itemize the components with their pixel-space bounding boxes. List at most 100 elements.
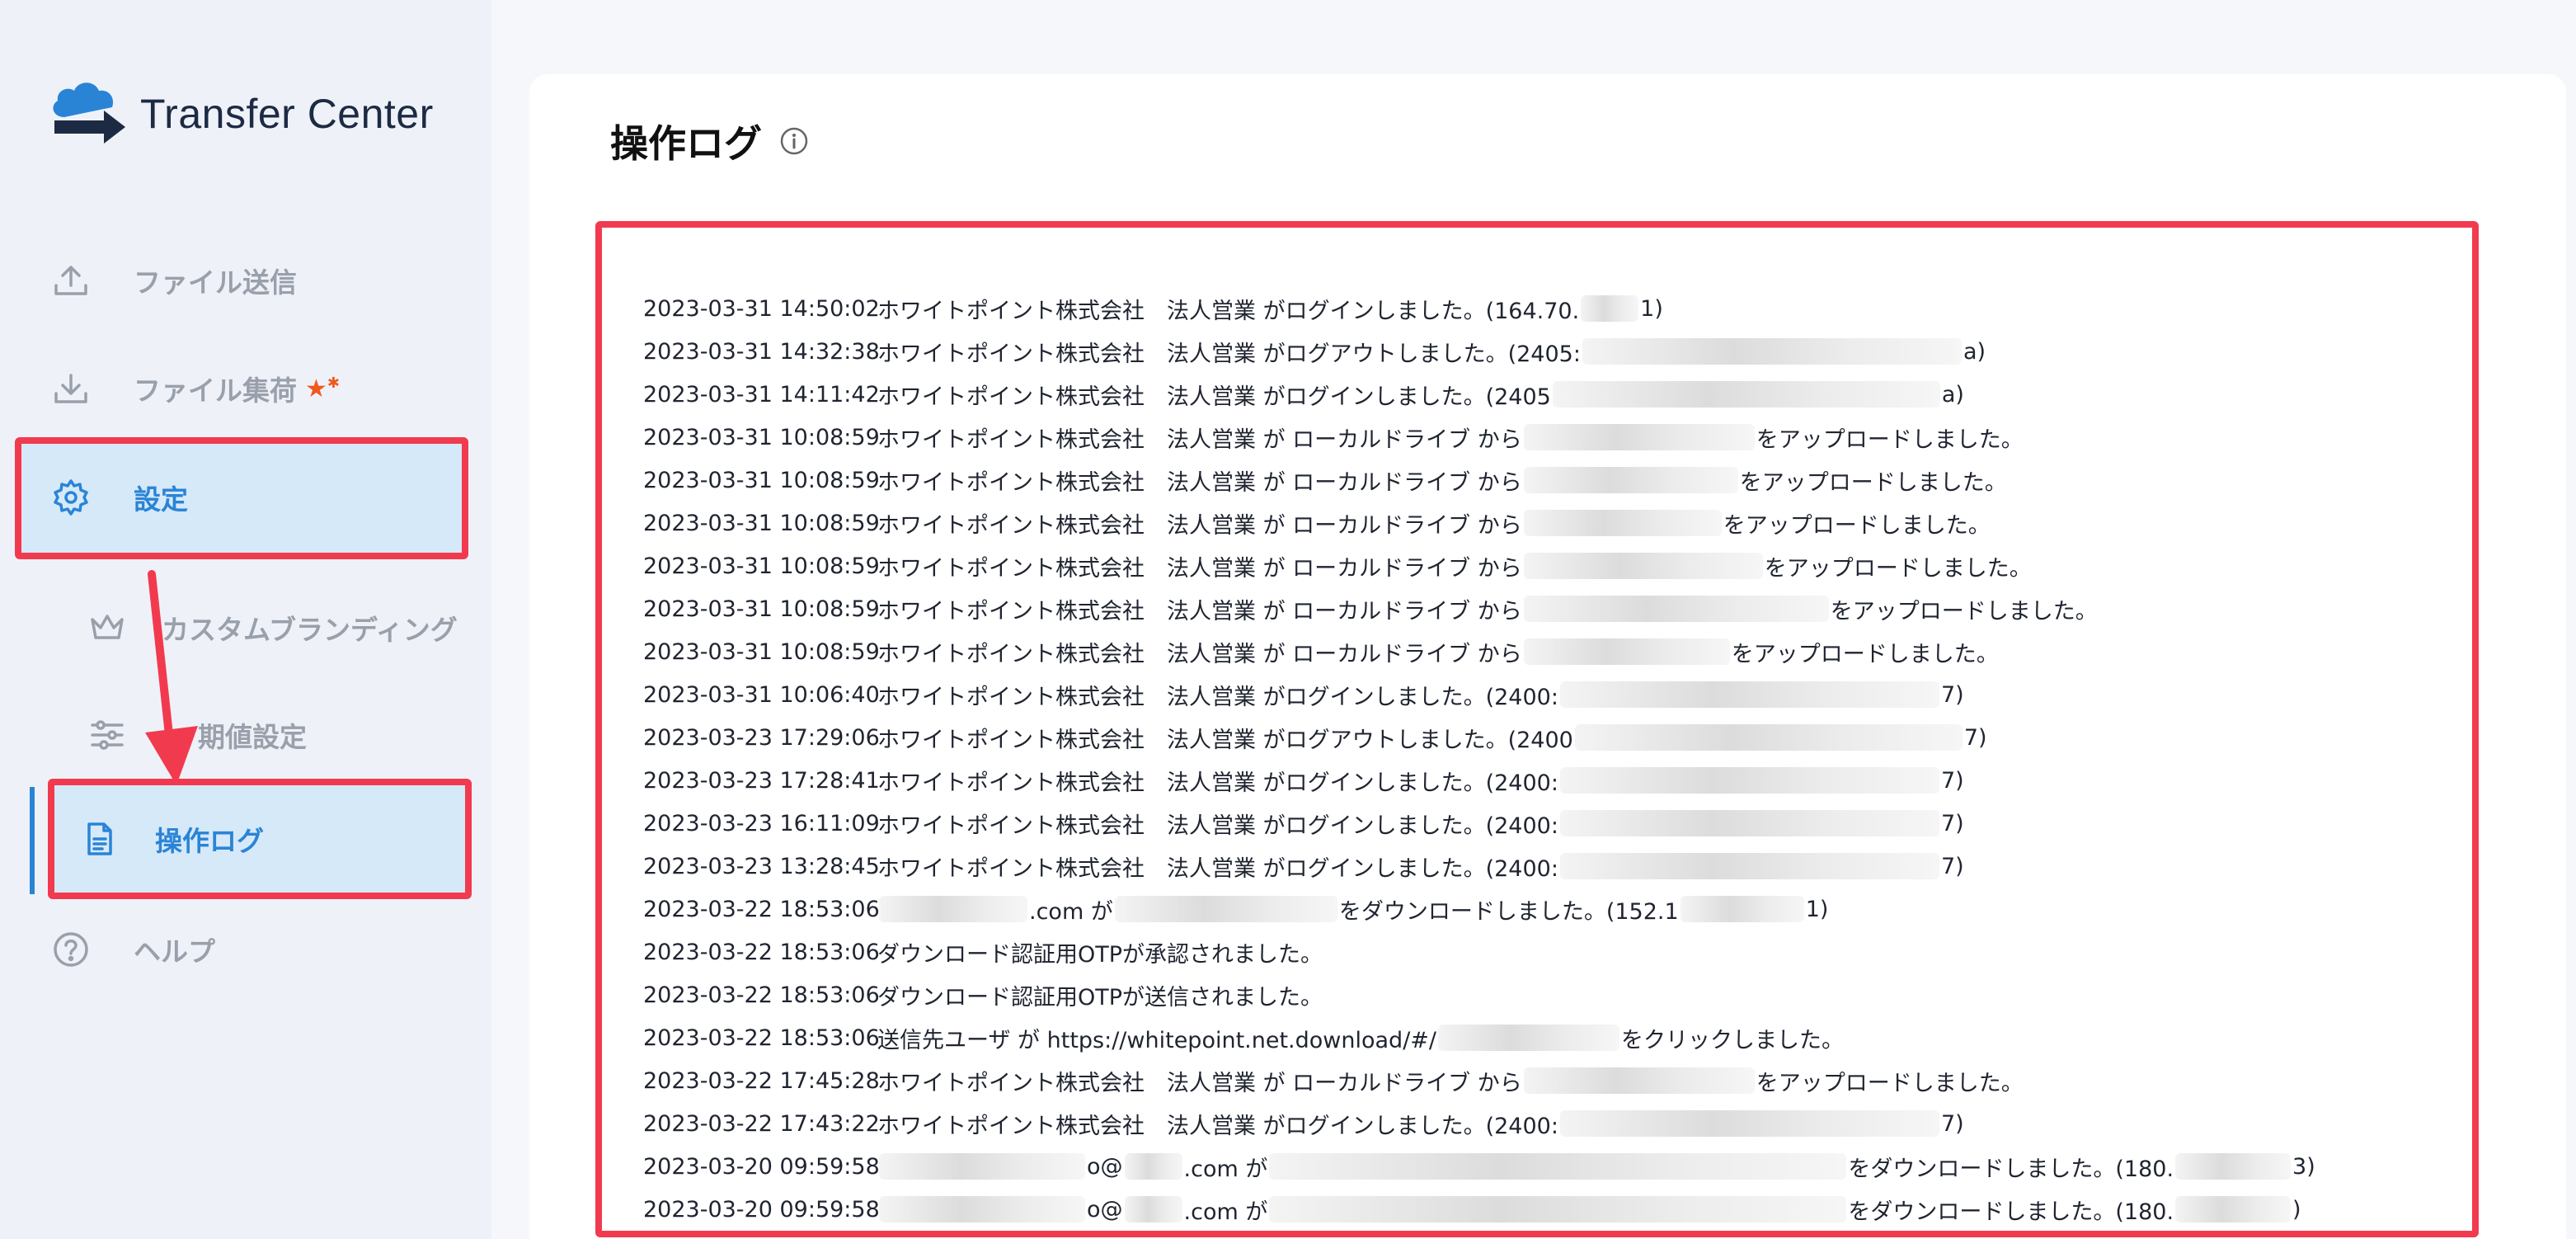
log-message-text: をアップロードしました。 bbox=[1739, 469, 2007, 496]
log-message-text: をアップロードしました。 bbox=[1764, 555, 2032, 582]
info-icon[interactable] bbox=[778, 125, 810, 157]
log-timestamp: 2023-03-31 10:08:59 bbox=[643, 553, 880, 579]
log-timestamp: 2023-03-31 10:08:59 bbox=[643, 596, 880, 622]
log-message-text: ホワイトポイント株式会社 法人営業 がログインしました。(2400: bbox=[877, 1113, 1558, 1139]
log-timestamp: 2023-03-23 17:29:06 bbox=[643, 724, 880, 751]
log-message-text: ホワイトポイント株式会社 法人営業 がログアウトしました。(2400 bbox=[877, 727, 1573, 753]
redacted-text bbox=[1574, 724, 1963, 751]
redacted-text bbox=[879, 1153, 1085, 1180]
star-new-icon: ★✱ bbox=[305, 374, 340, 403]
redacted-text bbox=[1559, 681, 1939, 708]
log-message-text: ) bbox=[2292, 1196, 2301, 1223]
gear-icon bbox=[46, 473, 96, 522]
log-message-text: 3) bbox=[2292, 1153, 2315, 1180]
redacted-text bbox=[1552, 381, 1940, 408]
log-timestamp: 2023-03-31 10:08:59 bbox=[643, 467, 880, 493]
log-message-text: 7) bbox=[1940, 767, 1964, 794]
log-timestamp: 2023-03-22 18:53:06 bbox=[643, 939, 880, 965]
log-message-text: ホワイトポイント株式会社 法人営業 が ローカルドライブ から bbox=[877, 512, 1522, 539]
sidebar-item-operation-log[interactable]: 操作ログ bbox=[74, 802, 264, 876]
sidebar-item-label: 操作ログ bbox=[155, 825, 264, 857]
redacted-text bbox=[1114, 896, 1337, 922]
log-message-text: 1) bbox=[1640, 295, 1663, 322]
redacted-text bbox=[1559, 810, 1939, 836]
log-row: 2023-03-31 10:08:59 ホワイトポイント株式会社 法人営業 が ロ… bbox=[643, 459, 2315, 502]
log-message-text: 1) bbox=[1805, 896, 1829, 922]
redacted-text bbox=[1124, 1153, 1182, 1180]
log-timestamp: 2023-03-20 09:59:58 bbox=[643, 1196, 880, 1223]
log-message-text: をアップロードしました。 bbox=[1830, 598, 2098, 624]
log-message-text: 7) bbox=[1940, 810, 1964, 836]
log-timestamp: 2023-03-23 13:28:45 bbox=[643, 853, 880, 879]
redacted-text bbox=[1559, 767, 1939, 794]
sliders-icon bbox=[82, 710, 132, 760]
page-title: 操作ログ bbox=[610, 114, 810, 168]
log-message-text: 送信先ユーザ が https://whitepoint.net.download… bbox=[877, 1027, 1437, 1053]
log-timestamp: 2023-03-22 17:45:28 bbox=[643, 1067, 880, 1094]
redacted-text bbox=[1523, 596, 1829, 622]
active-indicator bbox=[30, 787, 35, 894]
log-message-text: ホワイトポイント株式会社 法人営業 がログインしました。(2405 bbox=[877, 384, 1551, 410]
log-message-text: をアップロードしました。 bbox=[1756, 426, 2024, 453]
log-row: 2023-03-20 09:59:58 o@ .com が をダウンロードしました。(… bbox=[643, 1188, 2315, 1231]
log-message-text: ホワイトポイント株式会社 法人営業 が ローカルドライブ から bbox=[877, 555, 1522, 582]
log-message-text: .com が bbox=[1183, 1156, 1268, 1182]
redacted-text bbox=[1269, 1153, 1847, 1180]
log-row: 2023-03-31 14:11:42 ホワイトポイント株式会社 法人営業 がログ… bbox=[643, 373, 2315, 416]
log-row: 2023-03-22 18:53:06 送信先ユーザ が https://whit… bbox=[643, 1016, 2315, 1059]
log-message-text: ホワイトポイント株式会社 法人営業 が ローカルドライブ から bbox=[877, 598, 1522, 624]
redacted-text bbox=[879, 1196, 1085, 1223]
app-name: Transfer Center bbox=[140, 91, 434, 137]
log-timestamp: 2023-03-31 14:50:02 bbox=[643, 295, 880, 322]
sidebar-item-custom-branding[interactable]: カスタムブランディング bbox=[82, 591, 458, 665]
log-row: 2023-03-23 17:29:06 ホワイトポイント株式会社 法人営業 がログ… bbox=[643, 716, 2315, 759]
log-message-text: をクリックしました。 bbox=[1621, 1027, 1845, 1053]
redacted-text bbox=[1523, 638, 1730, 665]
redacted-text bbox=[1438, 1025, 1620, 1051]
log-message-text: a) bbox=[1963, 338, 1986, 365]
log-message-text: ホワイトポイント株式会社 法人営業 がログアウトしました。(2405: bbox=[877, 341, 1581, 367]
crown-icon bbox=[82, 603, 132, 652]
log-message-text: ホワイトポイント株式会社 法人営業 が ローカルドライブ から bbox=[877, 469, 1522, 496]
log-timestamp: 2023-03-31 14:32:38 bbox=[643, 338, 880, 365]
log-message-text: o@ bbox=[1087, 1196, 1123, 1223]
redacted-text bbox=[1581, 295, 1639, 322]
log-row: 2023-03-31 10:08:59 ホワイトポイント株式会社 法人営業 が ロ… bbox=[643, 587, 2315, 630]
log-row: 2023-03-23 16:11:09 ホワイトポイント株式会社 法人営業 がログ… bbox=[643, 802, 2315, 845]
log-row: 2023-03-23 17:28:41 ホワイトポイント株式会社 法人営業 がログ… bbox=[643, 759, 2315, 802]
log-row: 2023-03-22 18:53:06 .com が をダウンロードしました。(15… bbox=[643, 888, 2315, 930]
redacted-text bbox=[2175, 1153, 2292, 1180]
redacted-text bbox=[1559, 853, 1939, 879]
operation-log-panel[interactable]: 2023-03-31 14:50:02 ホワイトポイント株式会社 法人営業 がログ… bbox=[595, 221, 2479, 1237]
log-timestamp: 2023-03-22 18:53:06 bbox=[643, 1025, 880, 1051]
app-logo[interactable]: Transfer Center bbox=[46, 73, 434, 155]
sidebar-item-settings[interactable]: 設定 bbox=[46, 460, 188, 535]
log-message-text: をアップロードしました。 bbox=[1756, 1070, 2024, 1096]
sidebar-item-threshold-settings[interactable]: 期値設定 bbox=[82, 698, 307, 772]
sidebar-item-help[interactable]: ヘルプ bbox=[46, 912, 215, 987]
log-row: 2023-03-22 17:43:22 ホワイトポイント株式会社 法人営業 がログ… bbox=[643, 1102, 2315, 1145]
log-message-text: ダウンロード認証用OTPが承認されました。 bbox=[877, 941, 1323, 968]
log-timestamp: 2023-03-31 10:08:59 bbox=[643, 510, 880, 536]
log-row: 2023-03-31 10:08:59 ホワイトポイント株式会社 法人営業 が ロ… bbox=[643, 416, 2315, 459]
log-timestamp: 2023-03-22 18:53:06 bbox=[643, 982, 880, 1008]
redacted-text bbox=[1523, 1067, 1755, 1094]
sidebar-item-label: 期値設定 bbox=[198, 721, 307, 753]
sidebar-item-label: カスタムブランディング bbox=[162, 614, 458, 646]
log-message-text: ダウンロード認証用OTPが送信されました。 bbox=[877, 984, 1323, 1011]
log-message-text: をダウンロードしました。(180. bbox=[1848, 1199, 2174, 1225]
redacted-text bbox=[1582, 338, 1962, 365]
log-timestamp: 2023-03-23 17:28:41 bbox=[643, 767, 880, 794]
sidebar-item-file-collect[interactable]: ファイル集荷 ★✱ bbox=[46, 351, 340, 426]
log-message-text: をアップロードしました。 bbox=[1723, 512, 1991, 539]
log-row: 2023-03-31 14:32:38 ホワイトポイント株式会社 法人営業 がログ… bbox=[643, 330, 2315, 373]
log-row: 2023-03-20 09:59:58 o@ .com が をダウンロードしました。(… bbox=[643, 1145, 2315, 1188]
sidebar-item-label: 設定 bbox=[134, 483, 188, 516]
redacted-text bbox=[2175, 1196, 2292, 1223]
log-message-text: 7) bbox=[1940, 1110, 1964, 1137]
log-message-text: ホワイトポイント株式会社 法人営業 がログインしました。(164.70. bbox=[877, 298, 1580, 324]
sidebar-item-file-send[interactable]: ファイル送信 bbox=[46, 243, 297, 318]
log-timestamp: 2023-03-22 17:43:22 bbox=[643, 1110, 880, 1137]
download-icon bbox=[46, 364, 96, 413]
log-message-text: o@ bbox=[1087, 1153, 1123, 1180]
